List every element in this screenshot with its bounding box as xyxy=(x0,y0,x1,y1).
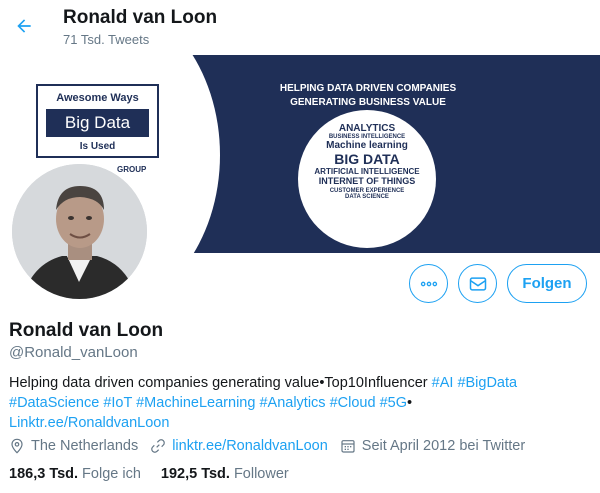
hashtag-link[interactable]: #MachineLearning xyxy=(136,395,255,411)
followers-count: 192,5 Tsd. xyxy=(160,466,230,482)
header-title: Ronald van Loon xyxy=(63,7,218,28)
website-link[interactable]: linktr.ee/RonaldvanLoon xyxy=(172,438,328,454)
website-item[interactable]: linktr.ee/RonaldvanLoon xyxy=(150,438,328,454)
banner-keyword-circle: ANALYTICS BUSINESS INTELLIGENCE Machine … xyxy=(298,110,436,248)
banner-headline-line-2: GENERATING BUSINESS VALUE xyxy=(290,97,446,108)
circle-line: DATA SCIENCE xyxy=(345,194,389,200)
more-icon xyxy=(420,281,437,286)
following-count: 186,3 Tsd. xyxy=(9,466,79,482)
circle-line: ANALYTICS xyxy=(338,123,396,134)
location-text: The Netherlands xyxy=(31,438,139,454)
avatar-portrait xyxy=(12,164,147,299)
circle-line: Machine learning xyxy=(326,140,408,151)
banner-book-cover: Awesome Ways Big Data Is Used xyxy=(36,84,159,158)
following-stat[interactable]: 186,3 Tsd. Folge ich xyxy=(9,466,141,482)
joined-item: Seit April 2012 bei Twitter xyxy=(340,438,525,454)
followers-label: Follower xyxy=(233,466,289,482)
book-line-3: Is Used xyxy=(79,141,116,152)
bio-bullet: • xyxy=(406,395,413,411)
hashtag-link[interactable]: #Cloud xyxy=(330,395,376,411)
following-label: Folge ich xyxy=(82,466,141,482)
profile-handle: @Ronald_vanLoon xyxy=(9,344,138,361)
bio-text: Helping data driven companies generating… xyxy=(9,375,432,391)
location-icon xyxy=(11,438,23,454)
location-item: The Netherlands xyxy=(9,438,138,454)
hashtag-link[interactable]: #IoT xyxy=(103,395,132,411)
profile-meta: The Netherlands linktr.ee/RonaldvanLoon … xyxy=(9,438,537,454)
back-button[interactable] xyxy=(10,12,38,40)
book-line-2: Big Data xyxy=(46,109,149,137)
profile-name: Ronald van Loon xyxy=(9,320,164,341)
profile-bio: Helping data driven companies generating… xyxy=(9,373,569,433)
banner-headline: HELPING DATA DRIVEN COMPANIES GENERATING… xyxy=(253,82,483,110)
joined-text: Seit April 2012 bei Twitter xyxy=(361,438,526,454)
book-line-1: Awesome Ways xyxy=(56,92,139,104)
avatar-photo xyxy=(12,164,147,299)
banner-headline-line-1: HELPING DATA DRIVEN COMPANIES xyxy=(279,83,457,94)
hashtag-link[interactable]: #5G xyxy=(380,395,407,411)
profile-header-bar: Ronald van Loon 71 Tsd. Tweets xyxy=(0,0,600,55)
more-button[interactable] xyxy=(409,264,448,303)
profile-stats: 186,3 Tsd. Folge ich 192,5 Tsd. Follower xyxy=(9,466,309,482)
mail-icon xyxy=(469,276,486,291)
circle-line: ARTIFICIAL INTELLIGENCE xyxy=(314,167,420,176)
tweet-count: 71 Tsd. Tweets xyxy=(63,32,150,47)
follow-button[interactable]: Folgen xyxy=(507,264,587,303)
message-button[interactable] xyxy=(458,264,497,303)
hashtag-link[interactable]: #DataScience xyxy=(9,395,99,411)
link-icon xyxy=(151,439,166,453)
circle-line: INTERNET OF THINGS xyxy=(318,176,416,186)
circle-line: BIG DATA xyxy=(334,151,400,167)
followers-stat[interactable]: 192,5 Tsd. Follower xyxy=(161,466,289,482)
back-arrow-icon xyxy=(17,19,31,33)
bio-link[interactable]: Linktr.ee/RonaldvanLoon xyxy=(9,415,169,431)
hashtag-link[interactable]: #AI xyxy=(432,375,454,391)
hashtag-link[interactable]: #BigData xyxy=(457,375,517,391)
hashtag-link[interactable]: #Analytics xyxy=(259,395,325,411)
calendar-icon xyxy=(341,440,355,453)
avatar[interactable] xyxy=(8,160,151,303)
